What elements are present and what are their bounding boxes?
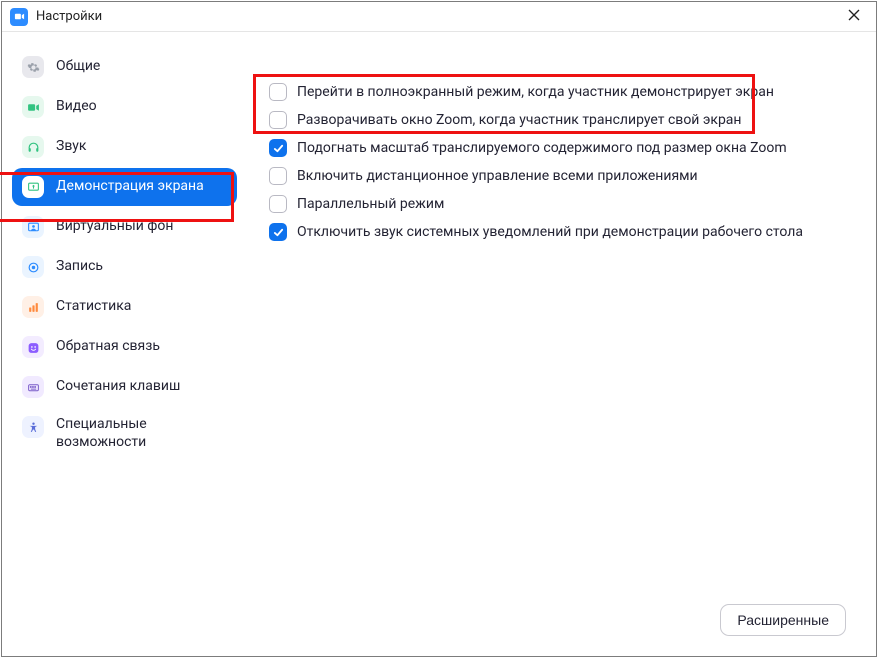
sidebar-item-label: Обратная связь (56, 338, 160, 356)
settings-window: Настройки Общие Видео (1, 1, 877, 657)
option-label: Перейти в полноэкранный режим, когда уча… (297, 84, 774, 100)
option-label: Разворачивать окно Zoom, когда участник … (297, 112, 742, 128)
option-side-by-side-mode[interactable]: Параллельный режим (269, 194, 846, 214)
option-label: Включить дистанционное управление всеми … (297, 168, 698, 184)
option-maximize-window[interactable]: Разворачивать окно Zoom, когда участник … (269, 110, 846, 130)
advanced-button[interactable]: Расширенные (720, 604, 846, 636)
sidebar-item-label: Специальные возможности (56, 416, 227, 451)
sidebar-item-share-screen[interactable]: Демонстрация экрана (12, 168, 237, 206)
sidebar-item-label: Статистика (56, 298, 131, 316)
sidebar-item-label: Виртуальный фон (56, 218, 173, 236)
sidebar-item-general[interactable]: Общие (12, 48, 237, 86)
share-screen-icon (22, 176, 44, 198)
headphones-icon (22, 136, 44, 158)
checkbox[interactable] (269, 111, 287, 129)
record-icon (22, 256, 44, 278)
close-button[interactable] (840, 9, 868, 25)
main-footer: Расширенные (269, 594, 846, 636)
sidebar-item-video[interactable]: Видео (12, 88, 237, 126)
option-enter-fullscreen[interactable]: Перейти в полноэкранный режим, когда уча… (269, 82, 846, 102)
sidebar-item-label: Демонстрация экрана (56, 178, 204, 196)
option-fit-to-window[interactable]: Подогнать масштаб транслируемого содержи… (269, 138, 846, 158)
sidebar-item-accessibility[interactable]: Специальные возможности (12, 408, 237, 459)
settings-sidebar: Общие Видео Звук Демонстрация экрана (2, 32, 247, 656)
sidebar-item-label: Звук (56, 138, 86, 156)
sidebar-item-label: Общие (56, 58, 100, 76)
checkbox[interactable] (269, 139, 287, 157)
option-label: Подогнать масштаб транслируемого содержи… (297, 140, 787, 156)
checkbox[interactable] (269, 195, 287, 213)
option-label: Отключить звук системных уведомлений при… (297, 224, 803, 240)
sidebar-item-statistics[interactable]: Статистика (12, 288, 237, 326)
option-label: Параллельный режим (297, 196, 444, 212)
checkbox[interactable] (269, 223, 287, 241)
window-title: Настройки (36, 9, 102, 24)
video-icon (22, 96, 44, 118)
virtual-background-icon (22, 216, 44, 238)
sidebar-item-recording[interactable]: Запись (12, 248, 237, 286)
option-silence-system-notifications[interactable]: Отключить звук системных уведомлений при… (269, 222, 846, 242)
statistics-icon (22, 296, 44, 318)
sidebar-item-label: Видео (56, 98, 97, 116)
gear-icon (22, 56, 44, 78)
accessibility-icon (22, 416, 44, 438)
sidebar-item-audio[interactable]: Звук (12, 128, 237, 166)
sidebar-item-feedback[interactable]: Обратная связь (12, 328, 237, 366)
sidebar-item-label: Запись (56, 258, 103, 276)
settings-main-panel: Перейти в полноэкранный режим, когда уча… (247, 32, 876, 656)
keyboard-icon (22, 376, 44, 398)
titlebar: Настройки (2, 2, 876, 32)
sidebar-item-label: Сочетания клавиш (56, 378, 180, 396)
sidebar-item-virtual-background[interactable]: Виртуальный фон (12, 208, 237, 246)
zoom-app-icon (10, 8, 28, 26)
feedback-icon (22, 336, 44, 358)
sidebar-item-keyboard-shortcuts[interactable]: Сочетания клавиш (12, 368, 237, 406)
option-remote-control-all-apps[interactable]: Включить дистанционное управление всеми … (269, 166, 846, 186)
checkbox[interactable] (269, 83, 287, 101)
checkbox[interactable] (269, 167, 287, 185)
share-screen-options: Перейти в полноэкранный режим, когда уча… (269, 82, 846, 242)
